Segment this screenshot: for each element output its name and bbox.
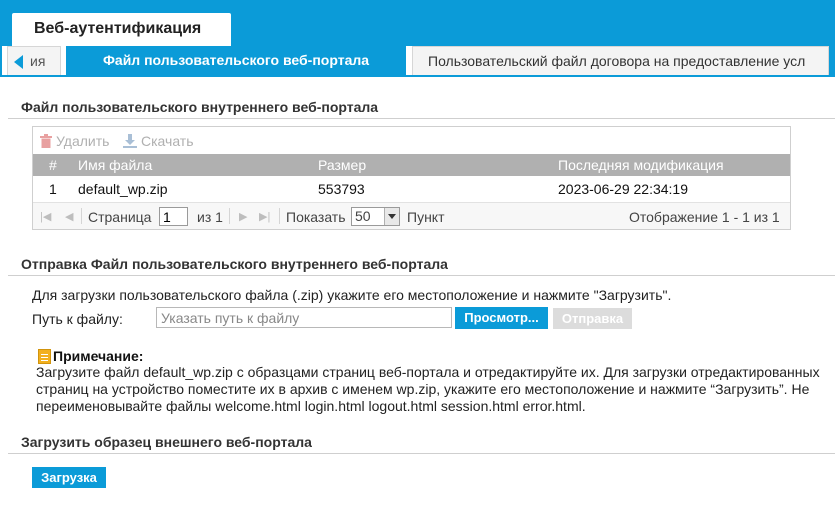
tab-web-authentication[interactable]: Веб-аутентификация: [12, 13, 231, 46]
items-label: Пункт: [407, 209, 445, 225]
download-icon: [123, 134, 137, 148]
subtab-bar-left-edge: [0, 46, 2, 77]
grid-header-row: # Имя файла Размер Последняя модификация: [33, 154, 790, 176]
pager-separator: [279, 208, 280, 224]
browse-button[interactable]: Просмотр...: [455, 307, 548, 329]
page-of-label: из 1: [197, 209, 223, 225]
note-title: Примечание:: [53, 348, 144, 364]
page-number-input[interactable]: [159, 207, 188, 226]
cell-filename: default_wp.zip: [78, 181, 168, 197]
delete-button[interactable]: Удалить: [40, 133, 109, 149]
delete-label: Удалить: [56, 133, 110, 149]
note-icon: [38, 349, 51, 364]
subtab-bar: ия Файл пользовательского веб-портала По…: [0, 46, 835, 77]
subtab-bar-right-edge: [829, 46, 835, 77]
trash-icon: [40, 134, 52, 148]
page-size-value: 50: [355, 208, 371, 224]
column-header-modified[interactable]: Последняя модификация: [558, 157, 724, 173]
page-label: Страница: [88, 209, 152, 225]
download-button[interactable]: Скачать: [123, 133, 194, 149]
chevron-down-icon[interactable]: [384, 208, 399, 225]
download-label: Скачать: [141, 133, 194, 149]
file-path-input[interactable]: [156, 307, 452, 328]
send-button[interactable]: Отправка: [553, 308, 632, 329]
file-path-label: Путь к файлу:: [32, 311, 123, 327]
note-text: Загрузите файл default_wp.zip с образцам…: [36, 364, 820, 414]
grid-toolbar: Удалить Скачать: [33, 127, 790, 154]
tab-custom-agreement-file[interactable]: Пользовательский файл договора на предос…: [412, 46, 829, 75]
cell-index: 1: [49, 181, 57, 197]
subtab-bar-underline: [0, 75, 835, 77]
pager-separator: [229, 208, 230, 224]
column-header-index[interactable]: #: [49, 157, 57, 173]
upload-hint: Для загрузки пользовательского файла (.z…: [32, 287, 672, 303]
next-page-icon[interactable]: ▶: [239, 210, 247, 223]
prev-page-icon[interactable]: ◀: [65, 210, 73, 223]
first-page-icon[interactable]: |◀: [40, 210, 51, 223]
tab-previous-label: ия: [30, 53, 46, 69]
last-page-icon[interactable]: ▶|: [259, 210, 270, 223]
section-divider: [8, 118, 835, 119]
section-title-internal-portal: Файл пользовательского внутреннего веб-п…: [21, 99, 379, 115]
grid-pager: |◀ ◀ Страница из 1 ▶ ▶| Показать 50 Пунк…: [33, 202, 790, 229]
table-row[interactable]: 1 default_wp.zip 553793 2023-06-29 22:34…: [33, 176, 790, 202]
column-header-size[interactable]: Размер: [318, 157, 366, 173]
page-size-select[interactable]: 50: [351, 207, 400, 226]
pager-summary: Отображение 1 - 1 из 1: [629, 209, 780, 225]
section-divider: [8, 453, 835, 454]
show-label: Показать: [286, 209, 346, 225]
pager-separator: [81, 208, 82, 224]
tab-custom-web-portal-file[interactable]: Файл пользовательского веб-портала: [66, 46, 406, 75]
cell-modified: 2023-06-29 22:34:19: [558, 181, 688, 197]
tab-previous[interactable]: ия: [7, 46, 61, 75]
section-title-external-portal: Загрузить образец внешнего веб-портала: [21, 434, 312, 450]
section-divider: [8, 275, 835, 276]
file-grid: Удалить Скачать # Имя файла Размер После…: [32, 126, 791, 230]
cell-size: 553793: [318, 181, 365, 197]
column-header-filename[interactable]: Имя файла: [78, 157, 152, 173]
section-title-upload: Отправка Файл пользовательского внутренн…: [21, 256, 448, 272]
load-sample-button[interactable]: Загрузка: [32, 467, 106, 488]
arrow-left-icon[interactable]: [14, 55, 23, 69]
